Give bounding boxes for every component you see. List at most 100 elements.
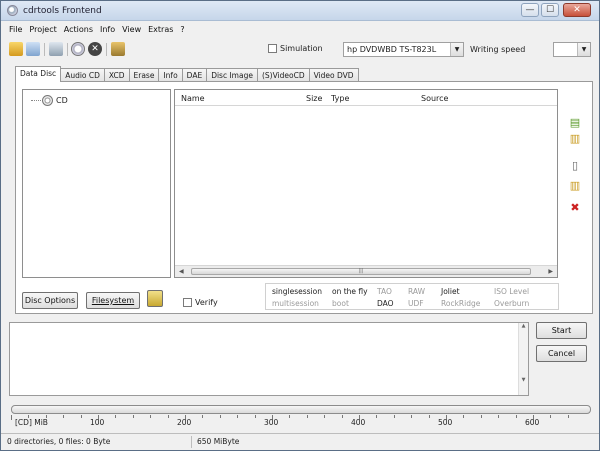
drive-value: hp DVDWBD TS-T823L [347,45,437,54]
new-document-icon[interactable]: ▯ [568,159,582,173]
writing-speed-select[interactable]: ▼ [553,42,591,57]
verify-option[interactable]: Verify [180,298,218,307]
filesystem-button[interactable]: Filesystem [86,292,140,309]
tab-audio-cd[interactable]: Audio CD [60,68,105,82]
simulation-option[interactable]: Simulation [265,44,323,53]
tree-root-label: CD [56,96,68,105]
start-button[interactable]: Start [536,322,587,339]
ruler-tick [219,415,221,418]
disc-options-button[interactable]: Disc Options [22,292,78,309]
ruler-tick [150,415,152,418]
tab-xcd[interactable]: XCD [103,68,130,82]
chevron-down-icon[interactable]: ▼ [450,43,463,56]
mode-udf[interactable]: UDF [408,299,424,308]
ruler-tick [550,415,552,418]
tools-icon[interactable] [49,42,63,56]
scroll-right-icon[interactable]: ▶ [548,268,553,275]
tab-dae[interactable]: DAE [181,68,208,82]
status-file-count: 0 directories, 0 files: 0 Byte [7,437,111,446]
folder-tree[interactable]: CD [22,89,171,278]
tree-root-node[interactable]: CD [31,95,68,106]
tab-data-disc[interactable]: Data Disc [15,66,62,82]
burn-icon[interactable] [147,290,163,307]
ruler-tick [428,415,430,418]
stop-icon[interactable]: ✕ [88,42,102,56]
writing-speed-label: Writing speed [470,45,526,54]
folder-icon[interactable]: ▥ [568,179,582,193]
capacity-ruler: [CD] MiB 100 200 300 400 500 600 [11,415,591,429]
chevron-down-icon[interactable]: ▼ [577,43,590,56]
mode-boot[interactable]: boot [332,299,349,308]
ruler-tick [167,415,169,418]
toolbar-separator [106,43,107,56]
cancel-button[interactable]: Cancel [536,345,587,362]
status-bar: 0 directories, 0 files: 0 Byte 650 MiByt… [1,433,599,450]
scrollbar-thumb[interactable]: ||| [191,268,531,275]
ruler-tick [254,415,256,418]
column-type[interactable]: Type [331,94,349,103]
ruler-label: 500 [438,418,453,427]
ruler-tick [237,415,239,418]
scroll-left-icon[interactable]: ◀ [179,268,184,275]
tab-disc-image[interactable]: Disc Image [206,68,258,82]
mode-iso-level[interactable]: ISO Level [494,287,529,296]
simulation-checkbox[interactable] [268,44,277,53]
tab-video-dvd[interactable]: Video DVD [308,68,359,82]
settings-icon[interactable] [111,42,125,56]
file-list-header: Name Size Type Source [175,90,557,106]
tab-strip: Data Disc Audio CD XCD Erase Info DAE Di… [15,66,359,82]
column-name[interactable]: Name [181,94,205,103]
column-source[interactable]: Source [421,94,448,103]
status-capacity: 650 MiByte [197,437,240,446]
add-folder-icon[interactable]: ▥ [568,132,582,146]
ruler-tick [45,415,47,418]
mode-rockridge[interactable]: RockRidge [441,299,480,308]
ruler-label: 300 [264,418,279,427]
menu-extras[interactable]: Extras [148,25,173,37]
mode-multisession[interactable]: multisession [272,299,319,308]
mode-joliet[interactable]: Joliet [441,287,460,296]
mode-tao[interactable]: TAO [377,287,392,296]
minimize-button[interactable]: — [521,3,539,17]
tab-info[interactable]: Info [158,68,183,82]
output-log[interactable]: ▲ ▼ [9,322,529,396]
tree-connector [31,100,41,101]
mode-singlesession[interactable]: singlesession [272,287,322,296]
maximize-button[interactable]: ☐ [541,3,559,17]
ruler-tick [341,415,343,418]
ruler-tick [202,415,204,418]
mode-overburn[interactable]: Overburn [494,299,529,308]
toolbar-separator [44,43,45,56]
delete-icon[interactable]: ✖ [568,201,582,215]
menu-view[interactable]: View [122,25,141,37]
menu-actions[interactable]: Actions [64,25,93,37]
capacity-bar [11,405,591,414]
mode-dao[interactable]: DAO [377,299,394,308]
ruler-tick [63,415,65,418]
vertical-scrollbar[interactable]: ▲ ▼ [518,323,528,395]
mode-on-the-fly[interactable]: on the fly [332,287,368,296]
horizontal-scrollbar[interactable]: ◀ ||| ▶ [175,265,557,277]
copy-icon[interactable] [26,42,40,56]
menu-info[interactable]: Info [100,25,115,37]
ruler-tick [480,415,482,418]
ruler-tick [132,415,134,418]
menu-help[interactable]: ? [180,25,184,37]
add-file-icon[interactable]: ▤ [568,116,582,130]
close-button[interactable]: ✕ [563,3,591,17]
disc-icon[interactable] [71,42,85,56]
drive-select[interactable]: hp DVDWBD TS-T823L ▼ [343,42,464,57]
tab-erase[interactable]: Erase [128,68,160,82]
column-size[interactable]: Size [306,94,322,103]
mode-raw[interactable]: RAW [408,287,425,296]
ruler-tick [289,415,291,418]
menu-bar: File Project Actions Info View Extras ? [9,25,192,37]
menu-project[interactable]: Project [29,25,56,37]
verify-checkbox[interactable] [183,298,192,307]
menu-file[interactable]: File [9,25,22,37]
ruler-tick [515,415,517,418]
tab-svideocd[interactable]: (S)VideoCD [256,68,310,82]
ruler-tick [411,415,413,418]
file-list[interactable]: Name Size Type Source ◀ ||| ▶ [174,89,558,278]
open-folder-icon[interactable] [9,42,23,56]
